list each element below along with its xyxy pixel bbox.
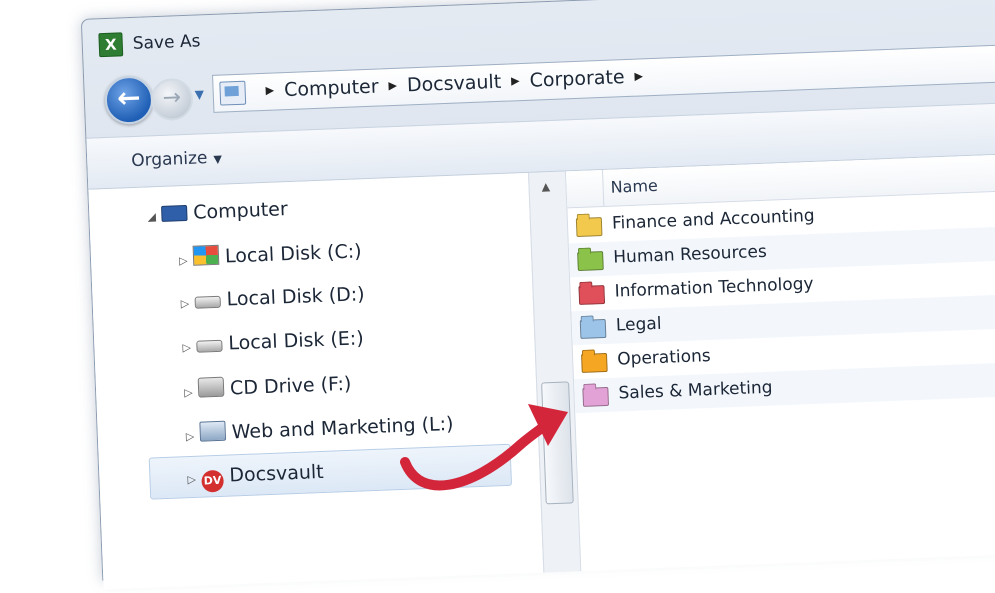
nav-item-local-disk-d[interactable]: ▷ Local Disk (D:) (180, 283, 365, 312)
folder-icon (582, 386, 610, 407)
collapse-icon[interactable]: ◢ (147, 210, 161, 223)
breadcrumb-separator-icon[interactable]: ▶ (511, 74, 520, 87)
docsvault-icon: DV (201, 469, 225, 493)
nav-item-local-disk-c[interactable]: ▷ Local Disk (C:) (179, 239, 362, 269)
organize-button[interactable]: Organize ▼ (131, 148, 222, 171)
nav-item-cd-drive-f[interactable]: ▷ CD Drive (F:) (184, 372, 352, 401)
breadcrumb-corporate[interactable]: Corporate (529, 66, 625, 92)
expand-icon[interactable]: ▷ (186, 430, 200, 443)
folder-label: Human Resources (612, 241, 768, 268)
forward-button[interactable]: → (150, 77, 194, 122)
chevron-down-icon: ▼ (213, 152, 223, 166)
breadcrumb-separator-icon[interactable]: ▶ (634, 69, 643, 82)
nav-item-label: Local Disk (C:) (224, 240, 362, 268)
back-arrow-icon: ← (116, 80, 142, 115)
nav-item-label: Web and Marketing (L:) (231, 412, 454, 444)
folder-label: Operations (616, 345, 712, 370)
nav-item-docsvault[interactable]: ▷ DV Docsvault (187, 461, 324, 493)
expand-icon[interactable]: ▷ (179, 254, 193, 267)
folder-label: Finance and Accounting (611, 205, 816, 234)
navigation-pane: ◢ Computer ▷ Local Disk (C:) ▷ Local Disk (… (88, 172, 544, 590)
expand-icon[interactable]: ▷ (182, 341, 196, 354)
cd-drive-icon (197, 376, 225, 398)
location-icon (219, 80, 247, 106)
column-divider (601, 169, 605, 206)
drive-icon (196, 339, 223, 353)
nav-item-label: CD Drive (F:) (229, 372, 352, 400)
expand-icon[interactable]: ▷ (181, 297, 195, 310)
file-list-pane: Name Finance and Accounting Human Resour… (565, 151, 995, 572)
network-drive-icon (199, 420, 227, 442)
nav-item-computer[interactable]: ◢ Computer (147, 198, 288, 225)
breadcrumb-separator-icon[interactable]: ▶ (265, 84, 274, 97)
folder-label: Legal (615, 313, 662, 336)
nav-item-web-and-marketing-l[interactable]: ▷ Web and Marketing (L:) (185, 412, 454, 445)
save-as-dialog-scene: X Save As ← → ▼ ▶ Computer ▶ Docsvault ▶ Corp… (0, 0, 995, 590)
scrollbar-thumb[interactable] (541, 381, 574, 505)
window-title: Save As (132, 31, 201, 54)
nav-item-local-disk-e[interactable]: ▷ Local Disk (E:) (182, 327, 364, 356)
folder-icon (575, 217, 603, 238)
column-header-name[interactable]: Name (610, 176, 658, 197)
folder-icon (577, 251, 604, 272)
folder-label: Sales & Marketing (618, 377, 773, 404)
drive-icon (194, 295, 221, 309)
folder-icon (581, 352, 608, 373)
breadcrumb-separator-icon[interactable]: ▶ (388, 79, 397, 92)
windows-drive-icon (192, 244, 220, 266)
nav-item-label: Docsvault (229, 460, 325, 487)
forward-arrow-icon: → (162, 85, 182, 111)
breadcrumb: ▶ Computer ▶ Docsvault ▶ Corporate ▶ (255, 65, 653, 102)
recent-pages-dropdown-icon[interactable]: ▼ (195, 87, 205, 101)
back-button[interactable]: ← (104, 75, 154, 126)
folder-icon (579, 318, 607, 339)
nav-item-label: Computer (192, 198, 289, 224)
computer-icon (161, 204, 188, 222)
nav-item-label: Local Disk (D:) (226, 283, 365, 311)
expand-icon[interactable]: ▷ (184, 386, 198, 399)
excel-app-icon: X (98, 32, 124, 58)
nav-item-label: Local Disk (E:) (227, 327, 365, 355)
organize-label: Organize (130, 148, 208, 172)
folder-label: Information Technology (614, 273, 814, 302)
breadcrumb-docsvault[interactable]: Docsvault (407, 71, 502, 97)
folder-icon (578, 285, 606, 305)
scroll-up-arrow-icon[interactable]: ▲ (541, 180, 550, 193)
breadcrumb-computer[interactable]: Computer (284, 76, 379, 102)
expand-icon[interactable]: ▷ (187, 473, 201, 486)
save-as-window: X Save As ← → ▼ ▶ Computer ▶ Docsvault ▶ Corp… (80, 0, 995, 590)
